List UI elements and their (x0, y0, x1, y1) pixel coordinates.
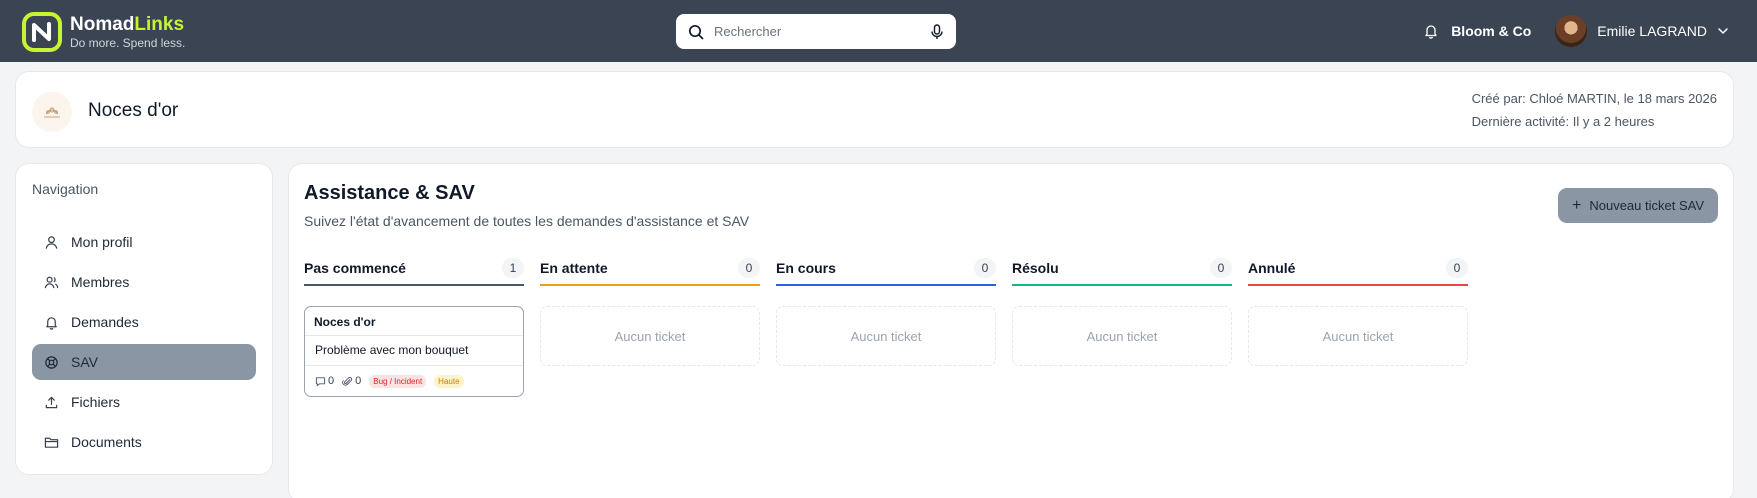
column-name: Annulé (1248, 260, 1296, 276)
search-icon (688, 24, 704, 39)
empty-column-placeholder: Aucun ticket (540, 306, 760, 366)
project-meta: Créé par: Chloé MARTIN, le 18 mars 2026 … (1472, 87, 1717, 133)
org-logo (32, 92, 72, 132)
column-count-badge: 0 (1210, 258, 1232, 278)
sidebar-item-label: Fichiers (71, 394, 121, 410)
page-subtitle: Suivez l'état d'avancement de toutes les… (304, 213, 750, 229)
column-header: Annulé 0 (1248, 252, 1468, 286)
brand-name-part2: Links (134, 14, 185, 35)
ticket-description: Problème avec mon bouquet (305, 336, 523, 366)
sidebar-item-sav[interactable]: SAV (32, 344, 256, 380)
empty-column-placeholder: Aucun ticket (776, 306, 996, 366)
nomadlinks-logo-icon (22, 12, 62, 52)
column-count-badge: 0 (1446, 258, 1468, 278)
ticket-card[interactable]: Noces d'or Problème avec mon bouquet 0 0 (304, 306, 524, 397)
flower-logo-icon (44, 107, 60, 118)
top-bar: NomadLinks Do more. Spend less. Bloom & … (0, 0, 1757, 62)
logo-text: NomadLinks Do more. Spend less. (70, 15, 185, 49)
ticket-title: Noces d'or (305, 307, 523, 336)
column-count-badge: 0 (738, 258, 760, 278)
column-count-badge: 1 (502, 258, 524, 278)
app-logo[interactable]: NomadLinks Do more. Spend less. (22, 12, 185, 52)
column-header: En cours 0 (776, 252, 996, 286)
project-title: Noces d'or (88, 100, 179, 121)
brand-tagline: Do more. Spend less. (70, 36, 186, 50)
avatar[interactable] (1555, 15, 1588, 47)
folder-icon (44, 437, 59, 448)
user-icon (45, 235, 58, 249)
brand-name: NomadLinks (70, 15, 185, 34)
sidebar-item-label: Documents (71, 434, 142, 450)
sidebar-item-label: Membres (71, 274, 130, 290)
sidebar-item-membres[interactable]: Membres (32, 264, 256, 300)
plus-icon: + (1572, 196, 1582, 214)
brand-name-part1: Nomad (70, 14, 135, 35)
top-right-area: Bloom & Co Emilie LAGRAND (1423, 14, 1729, 48)
sidebar-nav: Mon profil Membres Demandes SAV Fichiers… (32, 224, 256, 464)
attachments-stat: 0 (342, 375, 361, 387)
created-by: Créé par: Chloé MARTIN, le 18 mars 2026 (1471, 91, 1717, 106)
project-header-card: Noces d'or Créé par: Chloé MARTIN, le 18… (15, 71, 1734, 148)
sidebar-item-documents[interactable]: Documents (32, 424, 256, 460)
column-count-badge: 0 (974, 258, 996, 278)
empty-column-placeholder: Aucun ticket (1248, 306, 1468, 366)
paperclip-icon (342, 376, 353, 386)
sidebar-item-label: SAV (71, 354, 98, 370)
column-name: En cours (776, 260, 836, 276)
empty-column-placeholder: Aucun ticket (1012, 306, 1232, 366)
column-pas-commence: Pas commencé 1 Noces d'or Problème avec … (304, 252, 524, 397)
new-ticket-button[interactable]: + Nouveau ticket SAV (1558, 188, 1718, 223)
bell-icon (46, 316, 57, 330)
column-name: Résolu (1012, 260, 1059, 276)
comment-icon (315, 376, 326, 386)
page-title: Assistance & SAV (304, 182, 475, 204)
microphone-icon[interactable] (930, 23, 944, 40)
last-activity: Dernière activité: Il y a 2 heures (1471, 114, 1655, 129)
search-bar[interactable] (676, 14, 956, 49)
column-en-cours: En cours 0 Aucun ticket (776, 252, 996, 397)
chevron-down-icon[interactable] (1717, 25, 1729, 37)
column-annule: Annulé 0 Aucun ticket (1248, 252, 1468, 397)
lifebuoy-icon (45, 355, 58, 369)
sidebar-item-fichiers[interactable]: Fichiers (32, 384, 256, 420)
bell-icon[interactable] (1423, 23, 1439, 39)
ticket-footer: 0 0 Bug / Incident Haute (305, 366, 523, 396)
upload-icon (45, 396, 58, 408)
column-name: Pas commencé (304, 260, 406, 276)
column-en-attente: En attente 0 Aucun ticket (540, 252, 760, 397)
sidebar-item-mon-profil[interactable]: Mon profil (32, 224, 256, 260)
column-resolu: Résolu 0 Aucun ticket (1012, 252, 1232, 397)
comments-stat: 0 (315, 375, 334, 387)
column-header: Résolu 0 (1012, 252, 1232, 286)
users-icon (44, 276, 59, 288)
sidebar-title: Navigation (32, 181, 99, 197)
priority-badge: Haute (434, 374, 464, 388)
user-name[interactable]: Emilie LAGRAND (1597, 23, 1707, 39)
kanban-board: Pas commencé 1 Noces d'or Problème avec … (304, 252, 1484, 397)
sidebar: Navigation Mon profil Membres Demandes S… (15, 163, 273, 475)
comments-count: 0 (328, 375, 335, 387)
column-header: En attente 0 (540, 252, 760, 286)
sidebar-item-label: Mon profil (71, 234, 133, 250)
attachments-count: 0 (355, 375, 362, 387)
search-input[interactable] (714, 24, 930, 39)
category-badge: Bug / Incident (369, 374, 427, 388)
sidebar-item-demandes[interactable]: Demandes (32, 304, 256, 340)
new-ticket-button-label: Nouveau ticket SAV (1589, 198, 1704, 213)
column-header: Pas commencé 1 (304, 252, 524, 286)
sidebar-item-label: Demandes (71, 314, 139, 330)
column-name: En attente (540, 260, 608, 276)
main-panel: Assistance & SAV Suivez l'état d'avancem… (288, 163, 1734, 498)
company-name[interactable]: Bloom & Co (1451, 23, 1531, 39)
